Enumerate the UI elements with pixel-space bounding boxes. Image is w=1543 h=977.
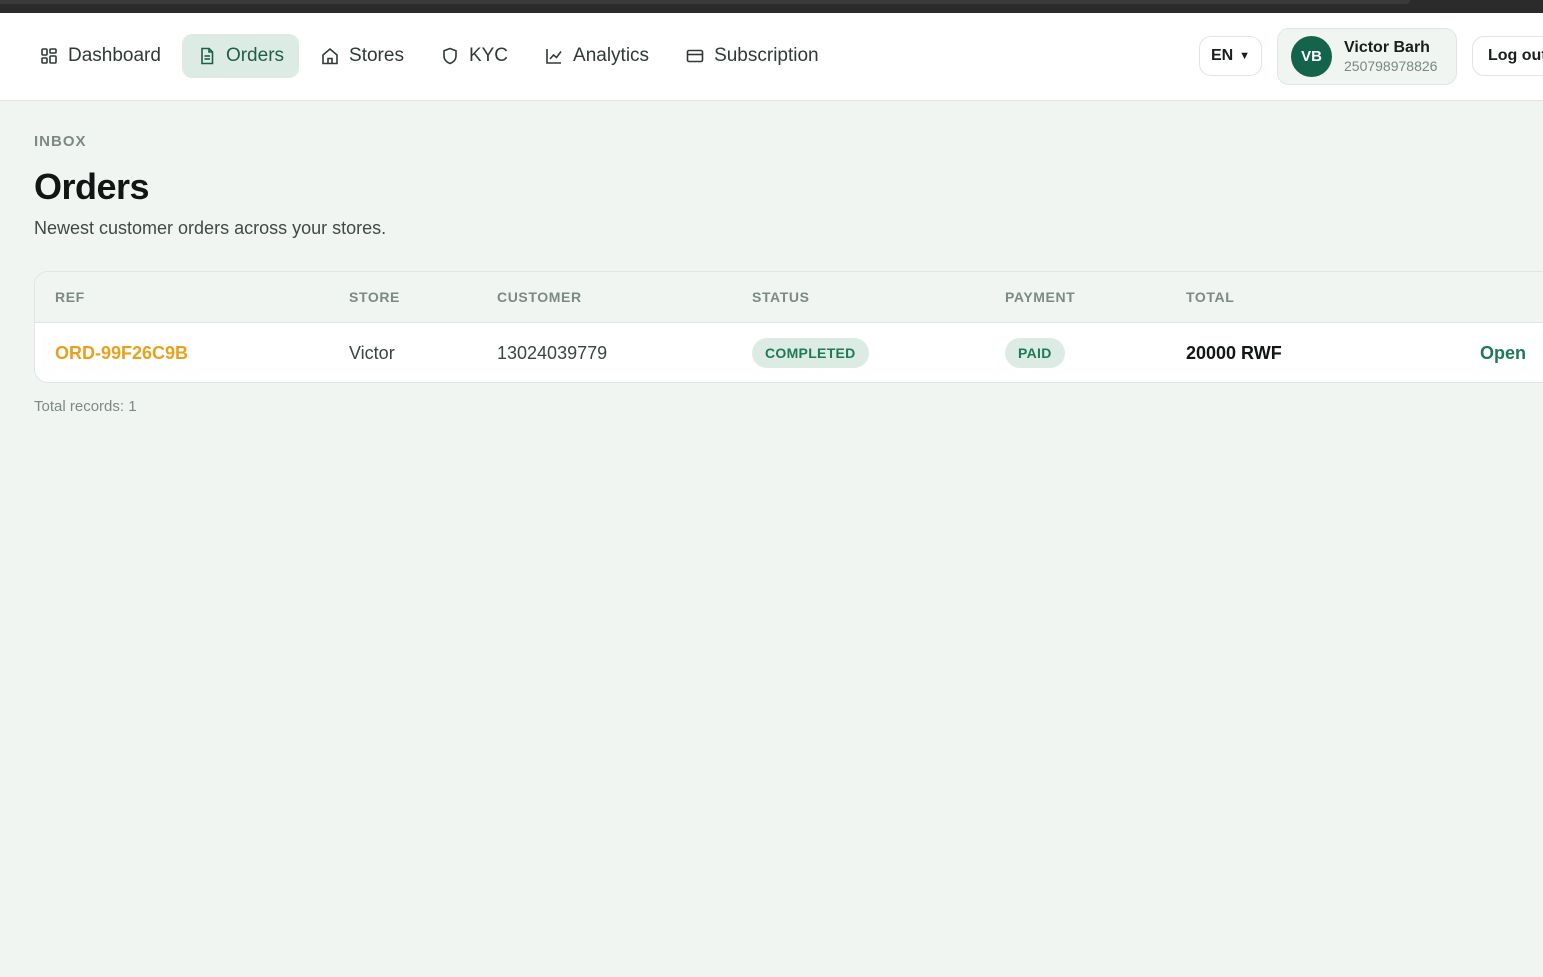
nav-item-label: Orders <box>225 45 285 66</box>
chevron-down-icon: ▼ <box>1239 50 1251 62</box>
user-info: Victor Barh 250798978826 <box>1344 38 1437 75</box>
nav-item-label: KYC <box>468 45 509 66</box>
page-subtitle: Newest customer orders across your store… <box>34 218 387 238</box>
home-icon <box>320 46 340 66</box>
nav-item-label: Analytics <box>573 45 650 66</box>
language-select[interactable]: EN ▼ <box>1199 36 1262 76</box>
status-badge: COMPLETED <box>752 338 869 368</box>
total-cell: 20000 RWF <box>1186 343 1282 363</box>
nav-item-label: Subscription <box>714 45 819 66</box>
nav-item-kyc[interactable]: KYC <box>425 34 523 78</box>
payment-badge: PAID <box>1005 338 1065 368</box>
credit-card-icon <box>685 46 705 66</box>
store-cell: Victor <box>349 343 395 363</box>
logout-button[interactable]: Log out <box>1472 36 1543 76</box>
nav-item-subscription[interactable]: Subscription <box>670 34 834 78</box>
user-profile-card[interactable]: VB Victor Barh 250798978826 <box>1277 28 1457 85</box>
orders-table: REF STORE CUSTOMER STATUS PAYMENT TOTAL … <box>34 271 1543 383</box>
nav-item-analytics[interactable]: Analytics <box>529 34 664 78</box>
nav-item-stores[interactable]: Stores <box>305 34 419 78</box>
nav-item-dashboard[interactable]: Dashboard <box>24 34 176 78</box>
column-header-status: STATUS <box>752 289 810 305</box>
column-header-store: STORE <box>349 289 400 305</box>
column-header-ref: REF <box>55 289 85 305</box>
top-navigation-bar: Dashboard Orders Stores KYC Analytics Su… <box>0 13 1543 101</box>
avatar: VB <box>1291 36 1332 77</box>
order-ref-link[interactable]: ORD-99F26C9B <box>55 343 188 364</box>
column-header-customer: CUSTOMER <box>497 289 582 305</box>
table-row: ORD-99F26C9B Victor 13024039779 COMPLETE… <box>35 323 1543 382</box>
page-title: Orders <box>34 166 150 207</box>
shield-icon <box>440 46 460 66</box>
table-header: REF STORE CUSTOMER STATUS PAYMENT TOTAL <box>35 272 1543 323</box>
page-eyebrow: INBOX <box>34 133 87 150</box>
user-phone: 250798978826 <box>1344 58 1438 74</box>
nav-item-label: Dashboard <box>68 45 161 66</box>
document-icon <box>197 46 217 66</box>
nav-item-label: Stores <box>349 45 404 66</box>
column-header-payment: PAYMENT <box>1005 289 1076 305</box>
user-name: Victor Barh <box>1344 39 1430 56</box>
language-value: EN <box>1210 47 1234 64</box>
browser-top-strip <box>0 0 1543 13</box>
total-records-label: Total records: 1 <box>34 398 137 415</box>
open-order-link[interactable]: Open <box>1480 343 1526 364</box>
column-header-total: TOTAL <box>1186 289 1235 305</box>
line-chart-icon <box>544 46 564 66</box>
grid-icon <box>39 46 59 66</box>
nav-item-orders[interactable]: Orders <box>181 34 300 78</box>
customer-cell: 13024039779 <box>497 343 608 363</box>
main-nav: Dashboard Orders Stores KYC Analytics Su… <box>24 34 834 78</box>
